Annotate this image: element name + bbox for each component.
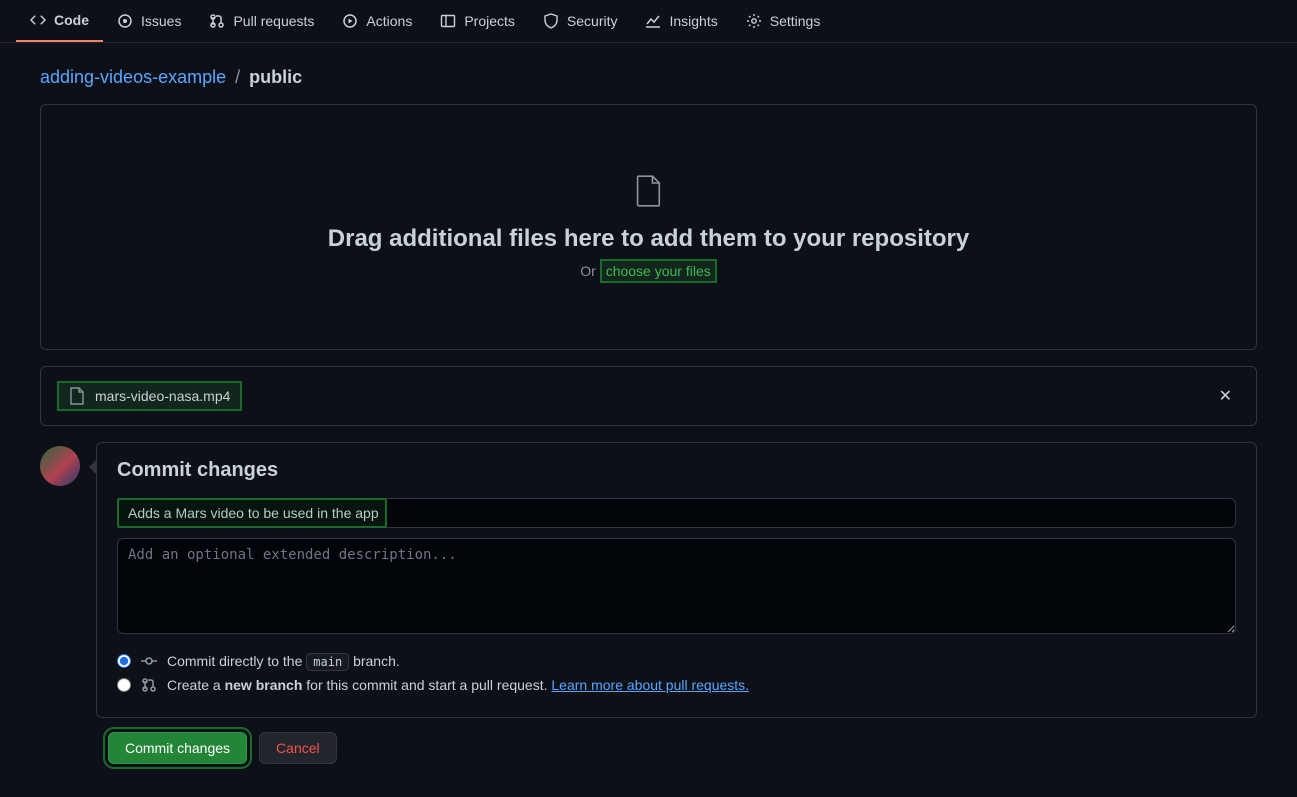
txt-strong: new branch bbox=[225, 677, 303, 693]
commit-new-branch-option[interactable]: Create a new branch for this commit and … bbox=[117, 677, 1236, 693]
commit-heading: Commit changes bbox=[117, 459, 1236, 482]
shield-icon bbox=[543, 13, 559, 29]
cancel-button[interactable]: Cancel bbox=[259, 732, 337, 764]
breadcrumb: adding-videos-example / public bbox=[0, 43, 1297, 104]
branch-chip: main bbox=[306, 653, 349, 671]
file-dropzone[interactable]: Drag additional files here to add them t… bbox=[40, 104, 1257, 350]
avatar bbox=[40, 446, 80, 486]
txt: branch. bbox=[353, 653, 400, 669]
uploaded-file-chip: mars-video-nasa.mp4 bbox=[57, 381, 242, 411]
nav-label: Settings bbox=[770, 13, 821, 29]
nav-settings[interactable]: Settings bbox=[732, 1, 835, 41]
commit-icon bbox=[141, 653, 157, 669]
nav-label: Actions bbox=[366, 13, 412, 29]
graph-icon bbox=[645, 13, 661, 29]
remove-file-button[interactable]: ✕ bbox=[1211, 382, 1240, 410]
choose-files-link[interactable]: choose your files bbox=[600, 259, 717, 283]
radio-new-branch[interactable] bbox=[117, 678, 131, 692]
nav-pull-requests[interactable]: Pull requests bbox=[195, 1, 328, 41]
nav-security[interactable]: Security bbox=[529, 1, 632, 41]
uploaded-file-row: mars-video-nasa.mp4 ✕ bbox=[40, 366, 1257, 426]
nav-code[interactable]: Code bbox=[16, 0, 103, 42]
nav-label: Pull requests bbox=[233, 13, 314, 29]
issue-icon bbox=[117, 13, 133, 29]
gear-icon bbox=[746, 13, 762, 29]
txt: Commit directly to the bbox=[167, 653, 306, 669]
commit-panel: Commit changes Commit directly to the ma… bbox=[96, 442, 1257, 718]
txt: for this commit and start a pull request… bbox=[306, 677, 551, 693]
txt: Create a bbox=[167, 677, 225, 693]
commit-direct-option[interactable]: Commit directly to the main branch. bbox=[117, 653, 1236, 669]
nav-label: Code bbox=[54, 12, 89, 28]
nav-actions[interactable]: Actions bbox=[328, 1, 426, 41]
dropzone-or: Or bbox=[580, 263, 599, 279]
breadcrumb-repo-link[interactable]: adding-videos-example bbox=[40, 67, 226, 87]
breadcrumb-current: public bbox=[249, 67, 302, 87]
commit-description-input[interactable] bbox=[117, 538, 1236, 634]
nav-label: Security bbox=[567, 13, 618, 29]
file-icon bbox=[635, 175, 663, 207]
nav-issues[interactable]: Issues bbox=[103, 1, 195, 41]
nav-insights[interactable]: Insights bbox=[631, 1, 731, 41]
pr-icon bbox=[209, 13, 225, 29]
file-icon bbox=[69, 387, 85, 405]
nav-label: Projects bbox=[464, 13, 515, 29]
actions-icon bbox=[342, 13, 358, 29]
dropzone-title: Drag additional files here to add them t… bbox=[61, 225, 1236, 253]
breadcrumb-sep: / bbox=[235, 67, 240, 87]
projects-icon bbox=[440, 13, 456, 29]
code-icon bbox=[30, 12, 46, 28]
commit-summary-input[interactable] bbox=[117, 498, 1236, 528]
learn-pr-link[interactable]: Learn more about pull requests. bbox=[551, 677, 749, 693]
nav-projects[interactable]: Projects bbox=[426, 1, 529, 41]
nav-label: Insights bbox=[669, 13, 717, 29]
repo-nav: Code Issues Pull requests Actions Projec… bbox=[0, 0, 1297, 43]
uploaded-file-name: mars-video-nasa.mp4 bbox=[95, 388, 230, 404]
commit-changes-button[interactable]: Commit changes bbox=[108, 732, 247, 764]
nav-label: Issues bbox=[141, 13, 181, 29]
pr-icon bbox=[141, 677, 157, 693]
radio-commit-direct[interactable] bbox=[117, 654, 131, 668]
